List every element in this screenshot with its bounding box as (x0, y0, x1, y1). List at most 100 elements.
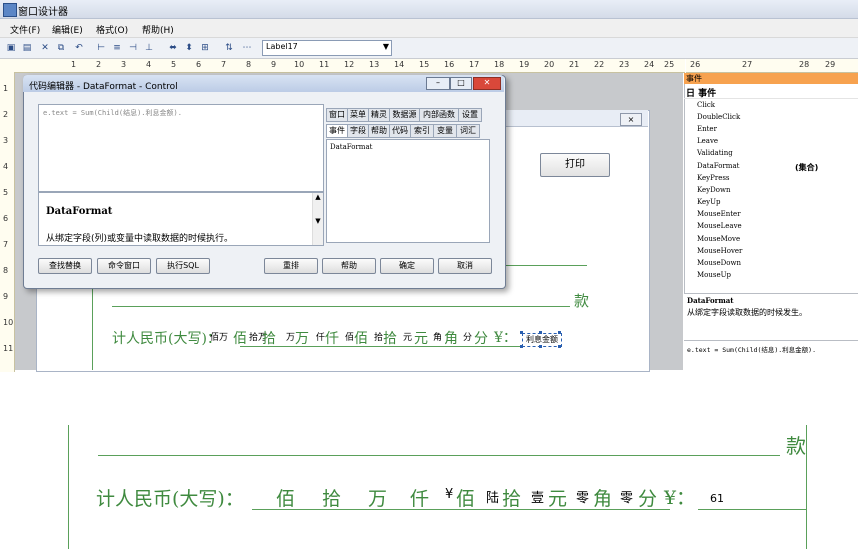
window-title: 窗口设计器 (18, 7, 68, 18)
event-row[interactable]: KeyDown (697, 186, 730, 194)
ruler-mark: 19 (519, 60, 530, 69)
align-left-icon[interactable]: ⊢ (94, 41, 108, 55)
same-height-icon[interactable]: ⬍ (182, 41, 196, 55)
ruler-top-right: 26 27 28 29 (686, 59, 858, 73)
event-row[interactable]: DataFormat (697, 162, 739, 170)
align-bottom-icon[interactable]: ⊥ (142, 41, 156, 55)
help-scrollbar[interactable]: ▲ ▼ (312, 193, 323, 245)
ruler-mark: 11 (3, 344, 14, 353)
print-button[interactable]: 打印 (540, 153, 610, 177)
unit-big: 佰 (233, 331, 247, 347)
unit-small: 佰万 (210, 333, 229, 343)
copy-icon[interactable]: ⧉ (54, 41, 68, 55)
resize-handle[interactable] (539, 331, 542, 334)
menu-bar: 文件(F) 编辑(E) 格式(O) 帮助(H) (0, 19, 858, 38)
tab-content-list: DataFormat (326, 139, 490, 243)
same-width-icon[interactable]: ⬌ (166, 41, 180, 55)
ruler-mark: 28 (799, 60, 810, 69)
event-row[interactable]: MouseDown (697, 259, 741, 267)
event-row[interactable]: Click (697, 101, 715, 109)
form-close-icon[interactable]: ⨯ (620, 113, 642, 126)
cut-icon[interactable]: ✕ (38, 41, 52, 55)
ruler-mark: 6 (3, 214, 9, 223)
event-row[interactable]: Enter (697, 125, 717, 133)
tab-settings[interactable]: 设置 (458, 108, 482, 122)
ruler-left: 1 2 3 4 5 6 7 8 9 10 11 (0, 72, 15, 372)
resize-handle[interactable] (539, 345, 542, 348)
code-editor[interactable]: e.text = Sum(Child(结息).利息金额). (38, 104, 324, 192)
unit-big: 分 (474, 331, 488, 347)
cancel-button[interactable]: 取消 (438, 258, 492, 274)
tab-menu[interactable]: 菜单 (347, 108, 369, 122)
align-center-icon[interactable]: ≡ (110, 41, 124, 55)
help-button[interactable]: 帮助 (322, 258, 376, 274)
list-item[interactable]: DataFormat (330, 143, 372, 151)
ruler-mark: 2 (3, 110, 9, 119)
unit-small: 角 (433, 333, 443, 343)
command-window-button[interactable]: 命令窗口 (97, 258, 151, 274)
tab-window[interactable]: 窗口 (326, 108, 348, 122)
tab-order-icon[interactable]: ⇅ (222, 41, 236, 55)
chevron-down-icon[interactable]: ▼ (383, 42, 389, 51)
tab-datasource[interactable]: 数据源 (389, 108, 420, 122)
find-replace-button[interactable]: 查找替换 (38, 258, 92, 274)
event-row[interactable]: MouseEnter (697, 210, 741, 218)
minimize-icon[interactable]: – (426, 77, 450, 90)
align-right-icon[interactable]: ⊣ (126, 41, 140, 55)
resize-handle[interactable] (520, 331, 523, 334)
help-description: 从绑定字段(列)或变量中读取数据的时候执行。 (46, 234, 234, 244)
menu-file[interactable]: 文件(F) (10, 23, 40, 36)
undo-icon[interactable]: ↶ (72, 41, 86, 55)
grid-icon[interactable]: ▤ (20, 41, 34, 55)
event-row[interactable]: MouseLeave (697, 222, 742, 230)
tab-vocabulary[interactable]: 词汇 (456, 124, 480, 138)
menu-format[interactable]: 格式(O) (96, 23, 128, 36)
kuan-label: 款 (574, 292, 590, 310)
event-row[interactable]: KeyUp (697, 198, 721, 206)
resize-handle[interactable] (558, 345, 561, 348)
tab-index[interactable]: 索引 (410, 124, 434, 138)
control-selector[interactable]: Label17 ▼ (262, 40, 392, 56)
menu-edit[interactable]: 编辑(E) (52, 23, 83, 36)
ruler-mark: 17 (469, 60, 480, 69)
tab-help[interactable]: 帮助 (368, 124, 390, 138)
panel-code-preview[interactable]: e.text = Sum(Child(结息).利息金额). (684, 340, 858, 371)
save-icon[interactable]: ▣ (4, 41, 18, 55)
ruler-mark: 20 (544, 60, 555, 69)
tab-variables[interactable]: 变量 (433, 124, 457, 138)
event-row[interactable]: MouseUp (697, 271, 731, 279)
spacing-icon[interactable]: ⋯ (240, 41, 254, 55)
preview-unit: 仟 (410, 488, 430, 510)
tab-fields[interactable]: 字段 (347, 124, 369, 138)
event-row[interactable]: MouseHover (697, 247, 742, 255)
ruler-mark: 2 (96, 60, 102, 69)
tab-functions[interactable]: 内部函数 (419, 108, 459, 122)
close-icon[interactable]: ✕ (473, 77, 501, 90)
event-row[interactable]: Leave (697, 137, 718, 145)
tab-code[interactable]: 代码 (389, 124, 411, 138)
same-size-icon[interactable]: ⊞ (198, 41, 212, 55)
unit-big: 元 (414, 331, 428, 347)
event-row[interactable]: KeyPress (697, 174, 730, 182)
selected-amount-label[interactable]: 利息金额 (522, 333, 562, 347)
resize-handle[interactable] (520, 345, 523, 348)
unit-big: 佰 (354, 331, 368, 347)
event-row[interactable]: DoubleClick (697, 113, 740, 121)
preview-kuan-label: 款 (786, 434, 806, 458)
menu-help[interactable]: 帮助(H) (142, 23, 174, 36)
title-bar: 窗口设计器 (0, 0, 858, 19)
maximize-icon[interactable]: □ (450, 77, 472, 90)
event-row[interactable]: Validating (697, 149, 733, 157)
unit-big: 拾 (262, 331, 276, 347)
preview-unit: 佰 (276, 488, 296, 510)
unit-big: 角 (444, 331, 458, 347)
preview-unit: 元 (548, 488, 568, 510)
rearrange-button[interactable]: 重排 (264, 258, 318, 274)
tab-wizard[interactable]: 精灵 (368, 108, 390, 122)
dataformat-value[interactable]: (集合) (795, 162, 818, 173)
ok-button[interactable]: 确定 (380, 258, 434, 274)
tab-events[interactable]: 事件 (326, 124, 348, 138)
execute-sql-button[interactable]: 执行SQL (156, 258, 210, 274)
event-row[interactable]: MouseMove (697, 235, 740, 243)
resize-handle[interactable] (558, 331, 561, 334)
